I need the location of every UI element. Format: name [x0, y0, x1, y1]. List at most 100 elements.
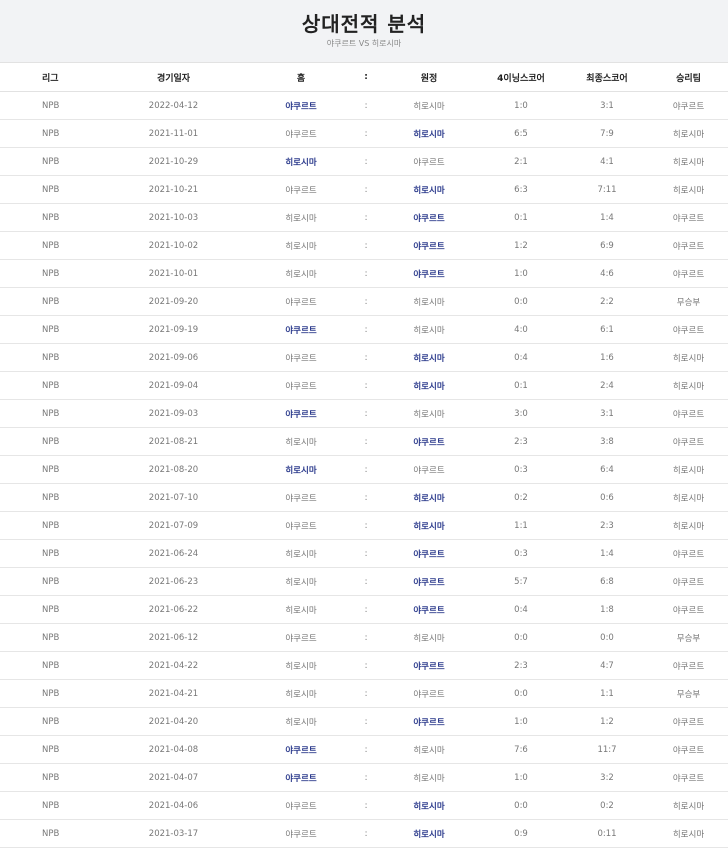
head-to-head-table: 리그 경기일자 홈 : 원정 4이닝스코어 최종스코어 승리팀 NPB 2022-…	[0, 62, 728, 848]
cell-league: NPB	[0, 175, 96, 204]
table-row: NPB 2021-06-23 히로시마: 야쿠르트 5:7 6:8 야쿠르트	[0, 567, 728, 596]
col-header-4inning-score: 4이닝스코어	[477, 62, 565, 92]
cell-away-team: 야쿠르트	[381, 203, 477, 232]
cell-final-score: 2:2	[565, 287, 649, 316]
cell-separator: :	[351, 651, 381, 680]
col-header-away: 원정	[381, 62, 477, 92]
cell-league: NPB	[0, 539, 96, 568]
cell-home-team: 야쿠르트	[251, 735, 351, 764]
cell-home-team: 야쿠르트	[251, 623, 351, 652]
table-row: NPB 2021-10-03 히로시마: 야쿠르트 0:1 1:4 야쿠르트	[0, 203, 728, 232]
page-subtitle: 야쿠르트 VS 히로시마	[326, 39, 402, 48]
cell-separator: :	[351, 427, 381, 456]
cell-winner: 야쿠르트	[649, 763, 728, 792]
cell-home-team: 야쿠르트	[251, 819, 351, 848]
cell-home-team: 야쿠르트	[251, 483, 351, 512]
cell-home-team: 히로시마	[251, 427, 351, 456]
cell-home-team: 야쿠르트	[251, 399, 351, 428]
cell-separator: :	[351, 231, 381, 260]
cell-date: 2021-06-23	[96, 567, 251, 596]
cell-league: NPB	[0, 231, 96, 260]
cell-date: 2021-08-20	[96, 455, 251, 484]
cell-separator: :	[351, 595, 381, 624]
cell-final-score: 2:3	[565, 511, 649, 540]
cell-winner: 야쿠르트	[649, 735, 728, 764]
cell-final-score: 6:8	[565, 567, 649, 596]
cell-4inning-score: 1:0	[477, 91, 565, 120]
cell-league: NPB	[0, 511, 96, 540]
cell-league: NPB	[0, 483, 96, 512]
cell-final-score: 6:1	[565, 315, 649, 344]
cell-league: NPB	[0, 651, 96, 680]
cell-4inning-score: 4:0	[477, 315, 565, 344]
cell-final-score: 7:9	[565, 119, 649, 148]
cell-winner: 야쿠르트	[649, 399, 728, 428]
cell-winner: 야쿠르트	[649, 259, 728, 288]
col-header-date: 경기일자	[96, 62, 251, 92]
cell-final-score: 1:1	[565, 679, 649, 708]
cell-league: NPB	[0, 119, 96, 148]
cell-separator: :	[351, 119, 381, 148]
cell-winner: 히로시마	[649, 483, 728, 512]
cell-4inning-score: 0:3	[477, 539, 565, 568]
cell-league: NPB	[0, 427, 96, 456]
table-row: NPB 2021-04-22 히로시마: 야쿠르트 2:3 4:7 야쿠르트	[0, 651, 728, 680]
cell-winner: 히로시마	[649, 371, 728, 400]
page-header: 상대전적 분석 야쿠르트 VS 히로시마	[0, 0, 728, 62]
cell-winner: 히로시마	[649, 819, 728, 848]
col-header-final-score: 최종스코어	[565, 62, 649, 92]
cell-winner: 야쿠르트	[649, 203, 728, 232]
cell-home-team: 히로시마	[251, 259, 351, 288]
cell-separator: :	[351, 455, 381, 484]
cell-final-score: 3:1	[565, 399, 649, 428]
cell-away-team: 야쿠르트	[381, 651, 477, 680]
cell-winner: 히로시마	[649, 455, 728, 484]
cell-4inning-score: 2:3	[477, 651, 565, 680]
cell-away-team: 히로시마	[381, 735, 477, 764]
table-row: NPB 2021-04-06 야쿠르트: 히로시마 0:0 0:2 히로시마	[0, 791, 728, 820]
cell-home-team: 히로시마	[251, 595, 351, 624]
cell-winner: 무승부	[649, 679, 728, 708]
cell-final-score: 7:11	[565, 175, 649, 204]
cell-date: 2021-04-08	[96, 735, 251, 764]
cell-final-score: 1:4	[565, 539, 649, 568]
cell-league: NPB	[0, 371, 96, 400]
cell-separator: :	[351, 819, 381, 848]
cell-separator: :	[351, 567, 381, 596]
cell-final-score: 1:8	[565, 595, 649, 624]
cell-home-team: 야쿠르트	[251, 287, 351, 316]
cell-final-score: 4:1	[565, 147, 649, 176]
cell-league: NPB	[0, 819, 96, 848]
cell-home-team: 히로시마	[251, 147, 351, 176]
cell-separator: :	[351, 539, 381, 568]
cell-separator: :	[351, 679, 381, 708]
cell-4inning-score: 1:2	[477, 231, 565, 260]
cell-away-team: 야쿠르트	[381, 679, 477, 708]
cell-winner: 야쿠르트	[649, 539, 728, 568]
table-row: NPB 2021-04-20 히로시마: 야쿠르트 1:0 1:2 야쿠르트	[0, 707, 728, 736]
cell-separator: :	[351, 91, 381, 120]
table-row: NPB 2021-07-09 야쿠르트: 히로시마 1:1 2:3 히로시마	[0, 511, 728, 540]
table-row: NPB 2021-07-10 야쿠르트: 히로시마 0:2 0:6 히로시마	[0, 483, 728, 512]
cell-league: NPB	[0, 399, 96, 428]
cell-4inning-score: 0:0	[477, 623, 565, 652]
cell-separator: :	[351, 175, 381, 204]
cell-away-team: 야쿠르트	[381, 539, 477, 568]
cell-date: 2021-09-04	[96, 371, 251, 400]
cell-separator: :	[351, 203, 381, 232]
cell-date: 2021-10-01	[96, 259, 251, 288]
cell-separator: :	[351, 371, 381, 400]
cell-separator: :	[351, 763, 381, 792]
cell-winner: 야쿠르트	[649, 595, 728, 624]
cell-separator: :	[351, 147, 381, 176]
cell-separator: :	[351, 707, 381, 736]
cell-4inning-score: 0:2	[477, 483, 565, 512]
cell-away-team: 히로시마	[381, 763, 477, 792]
cell-final-score: 1:6	[565, 343, 649, 372]
cell-away-team: 야쿠르트	[381, 595, 477, 624]
cell-separator: :	[351, 315, 381, 344]
table-row: NPB 2021-06-12 야쿠르트: 히로시마 0:0 0:0 무승부	[0, 623, 728, 652]
cell-4inning-score: 3:0	[477, 399, 565, 428]
table-row: NPB 2021-08-20 히로시마: 야쿠르트 0:3 6:4 히로시마	[0, 455, 728, 484]
cell-4inning-score: 5:7	[477, 567, 565, 596]
